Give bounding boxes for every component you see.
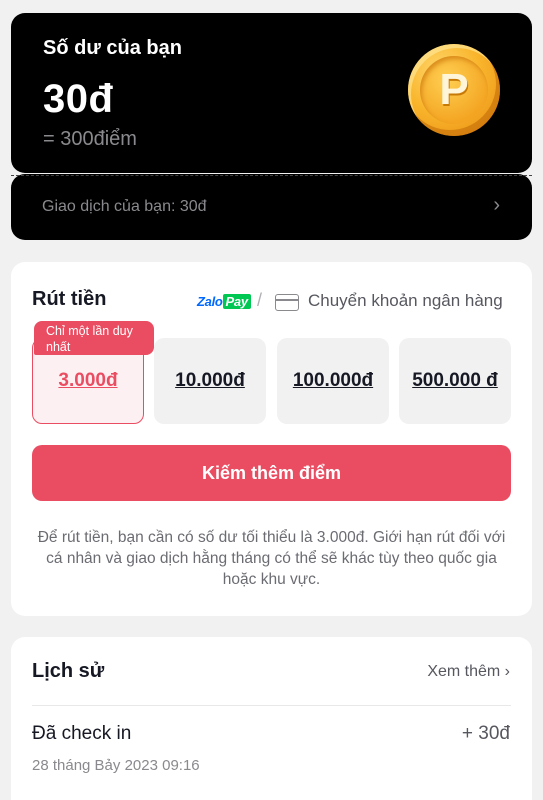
transactions-label: Giao dịch của bạn: 30đ xyxy=(42,198,207,215)
history-item-date: 28 tháng Bảy 2023 09:16 xyxy=(32,757,200,774)
method-separator: / xyxy=(257,290,263,310)
bank-transfer-label: Chuyển khoản ngân hàng xyxy=(308,291,503,310)
history-item-value: + 30đ xyxy=(461,723,510,744)
amount-option-label: 100.000đ xyxy=(292,370,374,391)
history-title: Lịch sử xyxy=(32,660,105,682)
earn-more-points-button[interactable]: Kiếm thêm điểm xyxy=(32,445,511,501)
dashed-divider xyxy=(11,175,532,176)
zalopay-logo-pay: Pay xyxy=(222,294,251,309)
coin-letter: P xyxy=(439,65,469,114)
transactions-row[interactable]: Giao dịch của bạn: 30đ › xyxy=(11,174,532,240)
bank-card-icon xyxy=(275,294,299,311)
balance-card: Số dư của bạn 30đ = 300điểm P xyxy=(11,13,532,173)
zalopay-logo: Zalo Pay xyxy=(197,294,251,309)
withdraw-card: Rút tiền Zalo Pay / Chuyển khoản ngân hàn… xyxy=(11,262,532,616)
history-item-label: Đã check in xyxy=(32,723,132,744)
balance-title: Số dư của bạn xyxy=(43,37,182,59)
amount-option-label: 3.000đ xyxy=(58,370,118,391)
chevron-right-icon: › xyxy=(493,194,500,216)
zalopay-logo-text: Zalo xyxy=(197,294,223,309)
amount-option-10000[interactable]: 10.000đ xyxy=(154,338,266,424)
withdraw-title: Rút tiền xyxy=(32,288,107,310)
history-divider xyxy=(32,705,511,706)
amount-option-label: 10.000đ xyxy=(175,370,245,391)
withdraw-note: Để rút tiền, bạn cần có số dư tối thiểu … xyxy=(37,529,506,588)
amount-option-label: 500.000 đ xyxy=(412,370,498,391)
coin-p-icon: P xyxy=(408,44,500,136)
history-card: Lịch sử Xem thêm › Đã check in + 30đ 28 … xyxy=(11,637,532,800)
amount-option-100000[interactable]: 100.000đ xyxy=(277,338,389,424)
one-time-badge: Chỉ một lần duy nhất xyxy=(34,321,154,355)
see-more-link[interactable]: Xem thêm › xyxy=(427,663,510,681)
balance-points: = 300điểm xyxy=(43,128,137,150)
amount-option-500000[interactable]: 500.000 đ xyxy=(399,338,511,424)
balance-amount: 30đ xyxy=(43,77,114,121)
coin-face: P xyxy=(420,56,488,124)
